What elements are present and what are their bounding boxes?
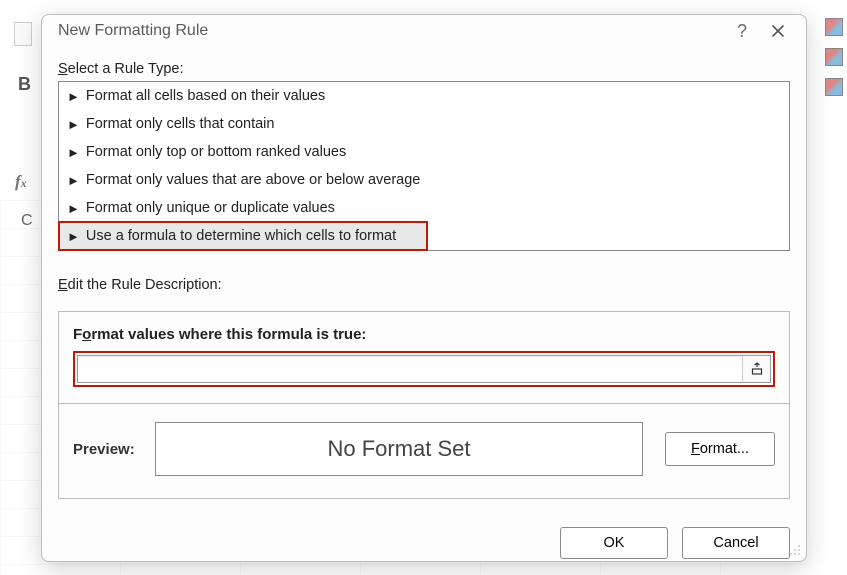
label-accel: F <box>691 441 700 457</box>
new-formatting-rule-dialog: New Formatting Rule ? Select a Rule Type… <box>41 14 807 562</box>
bg-ribbon-icons <box>825 18 843 108</box>
rule-description-group: Format values where this formula is true… <box>58 311 790 404</box>
bg-cell-fragment <box>14 22 32 46</box>
label-text: rmat values where this formula is true: <box>91 326 366 343</box>
rule-type-label: Format only unique or duplicate values <box>86 200 335 216</box>
label-accel: o <box>82 326 91 343</box>
bullet-icon: ► <box>67 229 80 244</box>
label-accel: E <box>58 277 68 293</box>
rule-type-label: Use a formula to determine which cells t… <box>86 228 396 244</box>
cancel-button[interactable]: Cancel <box>682 527 790 559</box>
range-selector-icon <box>750 362 764 376</box>
rule-type-label: Format all cells based on their values <box>86 88 325 104</box>
rule-type-item[interactable]: ► Format only unique or duplicate values <box>59 194 789 222</box>
bg-fx-indicator: fx <box>15 172 27 192</box>
formula-input[interactable] <box>78 356 742 382</box>
close-icon <box>771 24 785 38</box>
rule-type-item[interactable]: ► Format only top or bottom ranked value… <box>59 138 789 166</box>
preview-label: Preview: <box>73 441 155 458</box>
bullet-icon: ► <box>67 145 80 160</box>
collapse-dialog-button[interactable] <box>742 356 770 382</box>
rule-type-label: Format only cells that contain <box>86 116 275 132</box>
preview-group: Preview: No Format Set Format... <box>58 404 790 499</box>
bullet-icon: ► <box>67 201 80 216</box>
close-button[interactable] <box>760 15 796 47</box>
formula-input-highlight <box>73 351 775 387</box>
select-rule-type-label: Select a Rule Type: <box>58 61 790 77</box>
label-text: elect a Rule Type: <box>68 61 184 77</box>
dialog-title: New Formatting Rule <box>58 22 724 40</box>
formula-label: Format values where this formula is true… <box>73 326 775 343</box>
label-text: ormat... <box>700 441 749 457</box>
resize-grip[interactable] <box>788 543 802 557</box>
dialog-footer: OK Cancel <box>42 513 806 571</box>
help-button[interactable]: ? <box>724 15 760 47</box>
rule-type-item[interactable]: ► Format only values that are above or b… <box>59 166 789 194</box>
rule-type-item[interactable]: ► Format all cells based on their values <box>59 82 789 110</box>
rule-type-label: Format only values that are above or bel… <box>86 172 421 188</box>
format-button[interactable]: Format... <box>665 432 775 466</box>
label-text: dit the Rule Description: <box>68 277 222 293</box>
resize-grip-icon <box>788 543 802 557</box>
rule-type-label: Format only top or bottom ranked values <box>86 144 346 160</box>
edit-rule-description-label: Edit the Rule Description: <box>58 277 790 293</box>
bullet-icon: ► <box>67 89 80 104</box>
bg-bold-indicator: B <box>18 74 31 95</box>
rule-type-list[interactable]: ► Format all cells based on their values… <box>58 81 790 251</box>
ok-button[interactable]: OK <box>560 527 668 559</box>
bullet-icon: ► <box>67 173 80 188</box>
rule-type-item-selected[interactable]: ► Use a formula to determine which cells… <box>59 222 427 250</box>
dialog-titlebar: New Formatting Rule ? <box>42 15 806 47</box>
preview-box: No Format Set <box>155 422 643 476</box>
label-accel: S <box>58 61 68 77</box>
bullet-icon: ► <box>67 117 80 132</box>
label-text: F <box>73 326 82 343</box>
formula-input-wrap <box>77 355 771 383</box>
rule-type-item[interactable]: ► Format only cells that contain <box>59 110 789 138</box>
dialog-body: Select a Rule Type: ► Format all cells b… <box>42 47 806 513</box>
